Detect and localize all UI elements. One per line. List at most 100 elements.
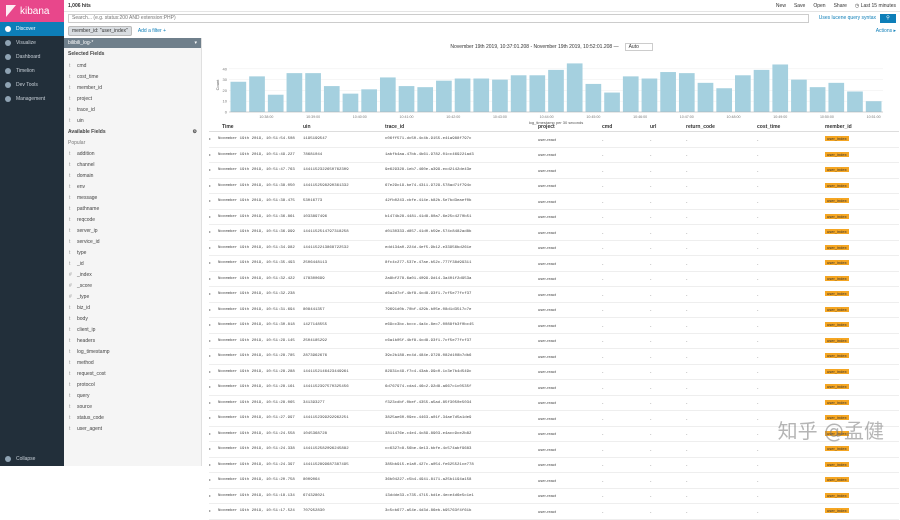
nav-item-dev-tools[interactable]: Dev Tools <box>0 78 64 92</box>
histogram-bar[interactable] <box>267 94 284 112</box>
available-field[interactable]: # _index <box>64 269 201 280</box>
histogram-bar[interactable] <box>604 92 620 112</box>
available-field[interactable]: t headers <box>64 335 201 346</box>
expand-row-icon[interactable]: ▸ <box>209 245 218 251</box>
available-field[interactable]: t service_id <box>64 236 201 247</box>
expand-row-icon[interactable]: ▸ <box>209 198 218 204</box>
expand-row-icon[interactable]: ▸ <box>209 183 218 189</box>
table-row[interactable]: ▸ November 19th 2019, 10:51:31.694 8084413… <box>209 303 899 318</box>
column-header[interactable]: cmd <box>602 124 650 130</box>
histogram-bar[interactable] <box>791 79 807 112</box>
histogram-bar[interactable] <box>660 72 676 112</box>
histogram-bar[interactable] <box>548 69 564 112</box>
available-field[interactable]: t log_timestamp <box>64 346 201 357</box>
histogram-bar[interactable] <box>716 88 733 112</box>
selected-field[interactable]: t cmd <box>64 60 201 71</box>
selected-field[interactable]: t trace_id <box>64 104 201 115</box>
available-field[interactable]: t client_ip <box>64 324 201 335</box>
histogram-bar[interactable] <box>622 76 639 112</box>
histogram-bar[interactable] <box>323 86 340 112</box>
histogram-bar[interactable] <box>379 77 396 112</box>
kibana-logo[interactable]: kibana <box>0 0 64 22</box>
filter-pill[interactable]: member_id: "user_index" <box>68 26 132 36</box>
selected-field[interactable]: t project <box>64 93 201 104</box>
table-row[interactable]: ▸ November 19th 2019, 10:51:36.861 1033897… <box>209 210 899 225</box>
table-row[interactable]: ▸ November 19th 2019, 10:51:38.475 5301677… <box>209 194 899 210</box>
time-picker[interactable]: ◷ Last 15 minutes <box>855 3 896 9</box>
open-button[interactable]: Open <box>813 3 825 9</box>
expand-row-icon[interactable]: ▸ <box>209 291 218 297</box>
available-field[interactable]: t query <box>64 390 201 401</box>
table-row[interactable]: ▸ November 19th 2019, 10:51:32.422 1783006… <box>209 272 899 287</box>
expand-row-icon[interactable]: ▸ <box>209 276 218 282</box>
expand-row-icon[interactable]: ▸ <box>209 260 218 266</box>
histogram-bar[interactable] <box>230 81 247 112</box>
table-row[interactable]: ▸ November 19th 2019, 10:51:18.134 6743280… <box>209 489 899 504</box>
nav-item-dashboard[interactable]: Dashboard <box>0 50 64 64</box>
table-row[interactable]: ▸ November 19th 2019, 10:51:28.785 2873962… <box>209 349 899 365</box>
selected-field[interactable]: t member_id <box>64 82 201 93</box>
histogram-bar[interactable] <box>454 78 471 112</box>
column-header[interactable]: trace_id <box>385 124 538 130</box>
collapse-button[interactable]: Collapse <box>5 456 35 462</box>
expand-row-icon[interactable]: ▸ <box>209 493 218 499</box>
expand-row-icon[interactable]: ▸ <box>209 353 218 359</box>
histogram-bar[interactable] <box>772 64 789 112</box>
available-field[interactable]: t message <box>64 192 201 203</box>
expand-row-icon[interactable]: ▸ <box>209 446 218 452</box>
expand-row-icon[interactable]: ▸ <box>209 214 218 220</box>
interval-select[interactable]: Auto <box>624 43 653 51</box>
share-button[interactable]: Share <box>834 3 847 9</box>
available-field[interactable]: # _type <box>64 291 201 302</box>
histogram-bar[interactable] <box>286 73 303 112</box>
histogram-bar[interactable] <box>492 79 508 112</box>
search-input[interactable] <box>68 13 809 23</box>
expand-row-icon[interactable]: ▸ <box>209 307 218 313</box>
available-field[interactable]: t _id <box>64 258 201 269</box>
table-row[interactable]: ▸ November 19th 2019, 10:51:49.227 7868104… <box>209 148 899 163</box>
table-row[interactable]: ▸ November 19th 2019, 10:51:32.238 d6a2d7c… <box>209 287 899 303</box>
expand-row-icon[interactable]: ▸ <box>209 415 218 421</box>
expand-row-icon[interactable]: ▸ <box>209 431 218 437</box>
table-row[interactable]: ▸ November 19th 2019, 10:51:29.145 2504185… <box>209 334 899 349</box>
index-pattern-selector[interactable]: bilibili_log-* ▾ <box>64 38 201 48</box>
available-field[interactable]: t domain <box>64 170 201 181</box>
available-field[interactable]: t channel <box>64 159 201 170</box>
histogram-bar[interactable] <box>697 82 714 112</box>
histogram-bar[interactable] <box>753 69 770 112</box>
histogram-bar[interactable] <box>566 63 583 112</box>
table-row[interactable]: ▸ November 19th 2019, 10:51:36.999 1441152… <box>209 225 899 241</box>
expand-row-icon[interactable]: ▸ <box>209 508 218 514</box>
histogram-bar[interactable] <box>361 89 377 112</box>
selected-field[interactable]: t cost_time <box>64 71 201 82</box>
column-header[interactable]: Time <box>218 124 303 130</box>
selected-field[interactable]: t uin <box>64 115 201 126</box>
available-field[interactable]: t request_cost <box>64 368 201 379</box>
available-field[interactable]: t user_agent <box>64 423 201 434</box>
histogram-bar[interactable] <box>828 82 845 112</box>
expand-row-icon[interactable]: ▸ <box>209 338 218 344</box>
histogram-bar[interactable] <box>641 78 658 112</box>
column-header[interactable]: project <box>538 124 602 130</box>
new-button[interactable]: New <box>776 3 786 9</box>
expand-row-icon[interactable]: ▸ <box>209 167 218 173</box>
filter-actions-link[interactable]: Actions ▸ <box>876 28 896 34</box>
available-field[interactable]: t pathname <box>64 203 201 214</box>
histogram-bar[interactable] <box>847 91 863 112</box>
histogram-bar[interactable] <box>678 73 695 112</box>
expand-row-icon[interactable]: ▸ <box>209 152 218 158</box>
available-field[interactable]: t status_code <box>64 412 201 423</box>
available-field[interactable]: # _score <box>64 280 201 291</box>
table-row[interactable]: ▸ November 19th 2019, 10:51:30.818 1427148… <box>209 318 899 334</box>
histogram-bar[interactable] <box>473 78 490 112</box>
column-header[interactable]: return_code <box>686 124 757 130</box>
table-row[interactable]: ▸ November 19th 2019, 10:51:34.982 1441152… <box>209 241 899 256</box>
table-row[interactable]: ▸ November 19th 2019, 10:51:28.065 3413932… <box>209 396 899 411</box>
expand-row-icon[interactable]: ▸ <box>209 477 218 483</box>
histogram-bar[interactable] <box>865 101 882 112</box>
available-field[interactable]: t biz_id <box>64 302 201 313</box>
column-header[interactable]: url <box>650 124 686 130</box>
table-row[interactable]: ▸ November 19th 2019, 10:51:54.508 1195199… <box>209 132 899 148</box>
expand-row-icon[interactable]: ▸ <box>209 369 218 375</box>
table-row[interactable]: ▸ November 19th 2019, 10:51:28.161 1441152… <box>209 380 899 396</box>
